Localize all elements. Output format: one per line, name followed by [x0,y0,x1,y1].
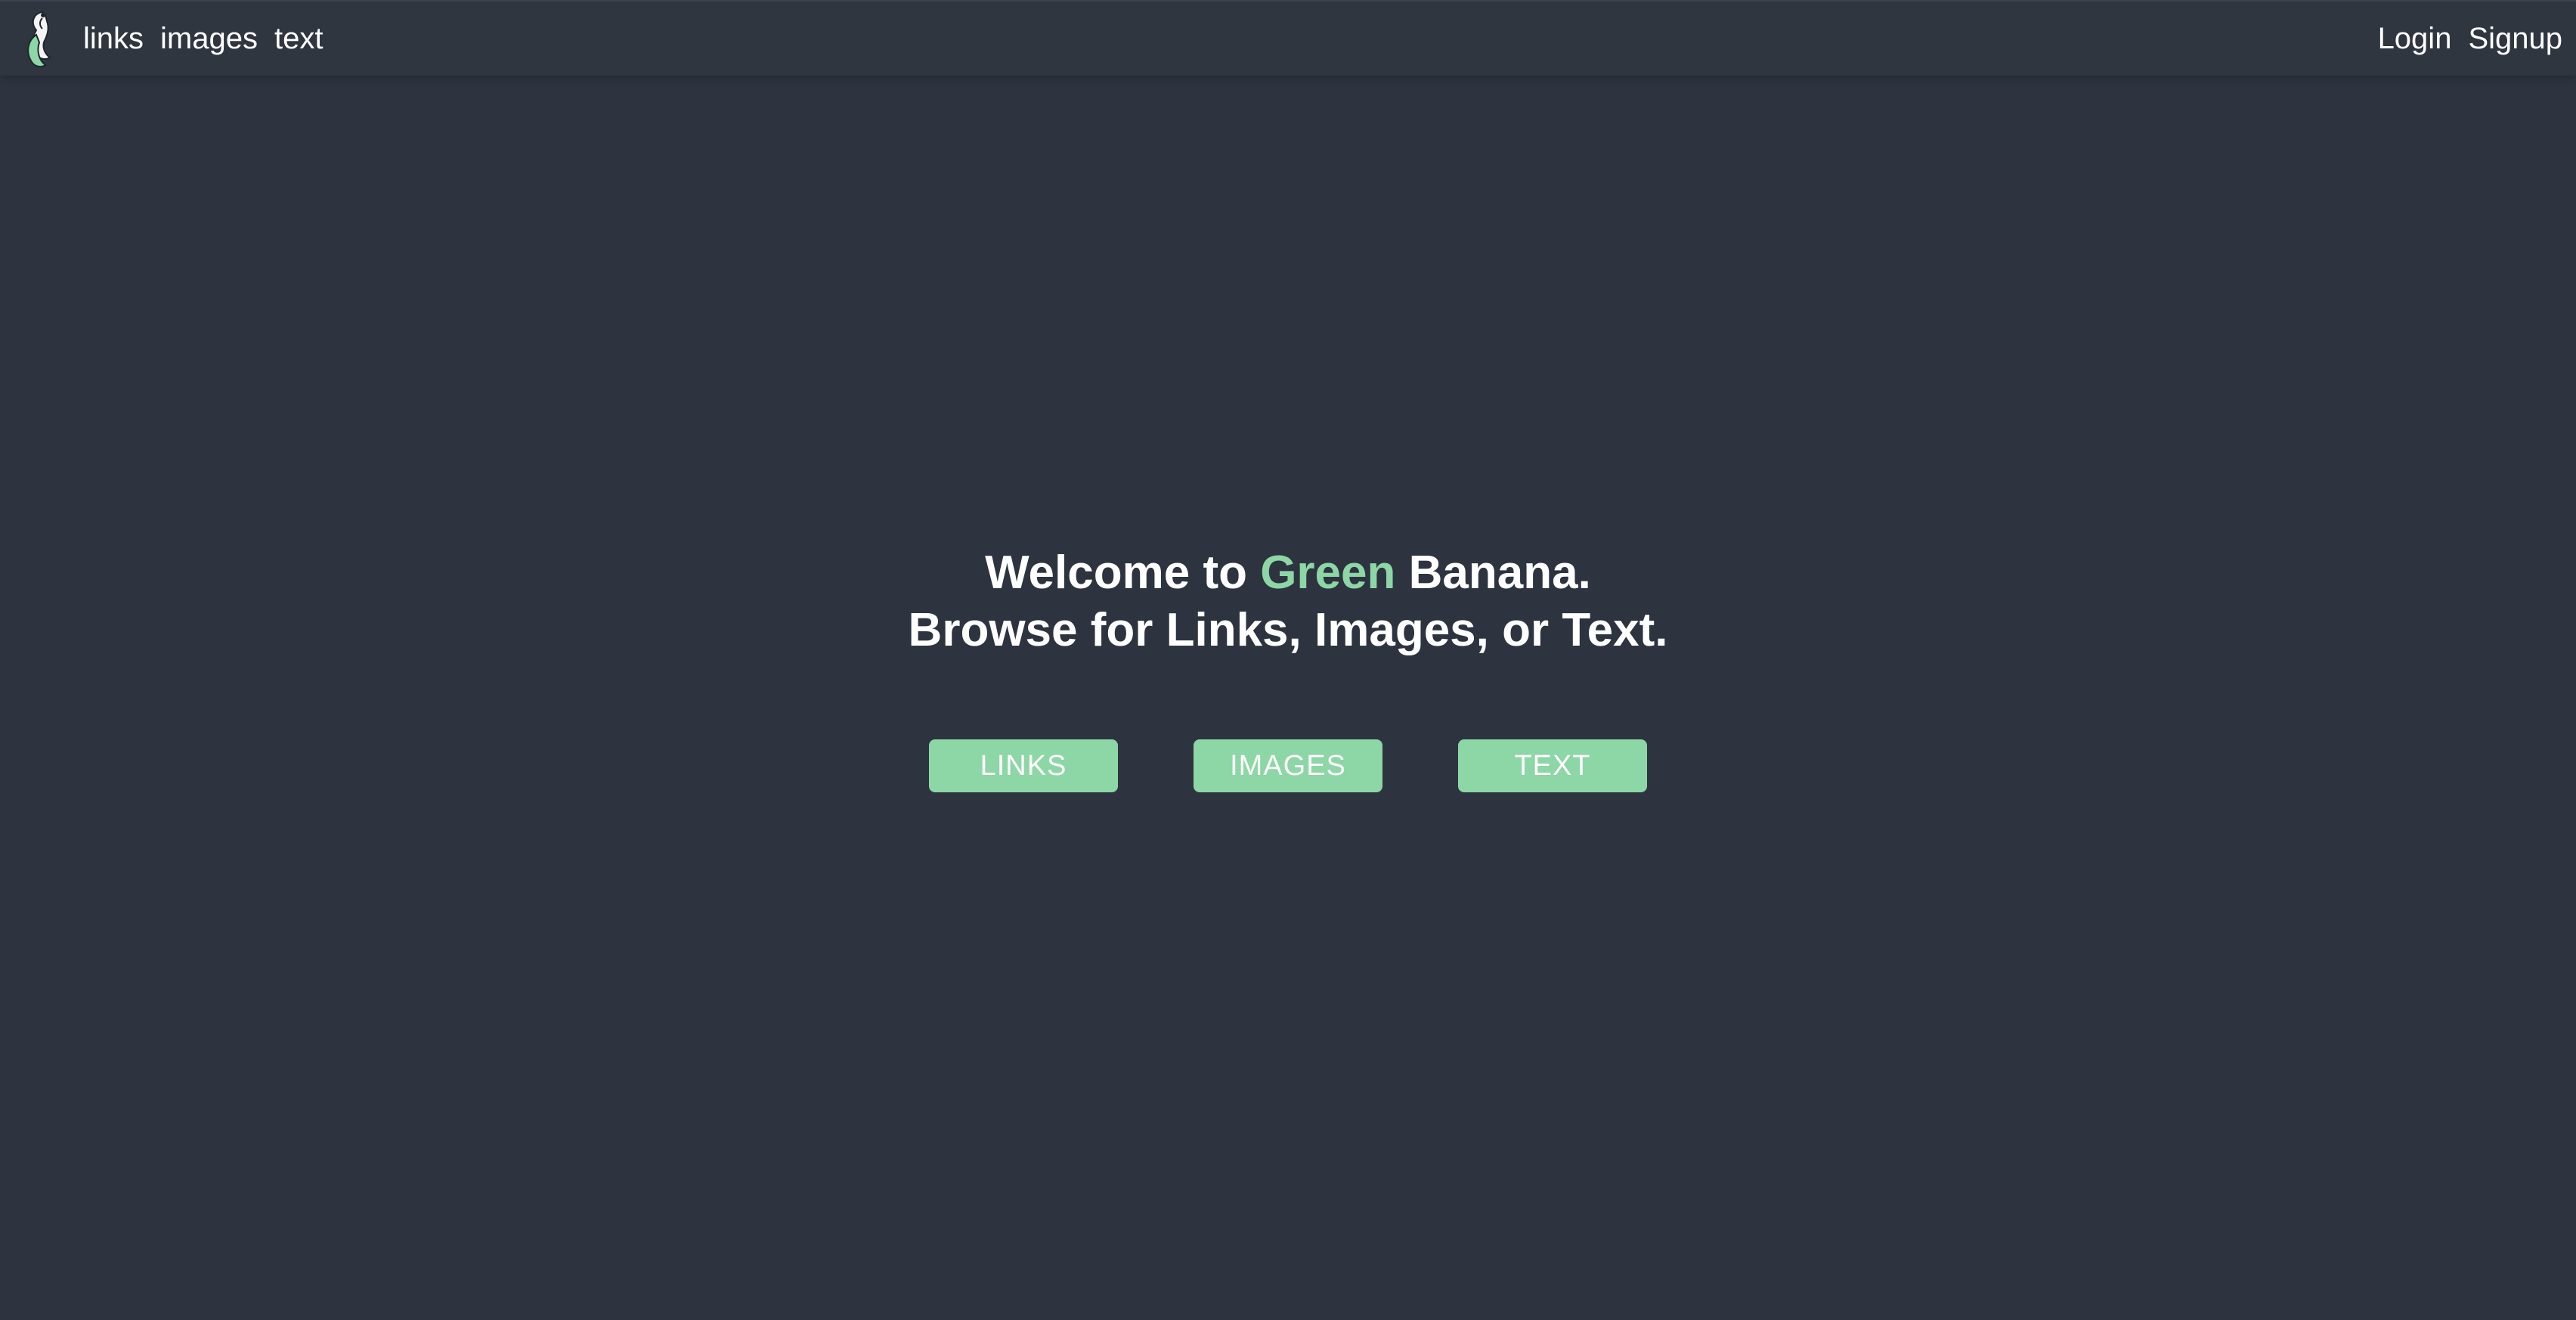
browse-subheading: Browse for Links, Images, or Text. [908,604,1668,656]
welcome-suffix: Banana. [1395,547,1591,599]
hero-section: Welcome to Green Banana. Browse for Link… [0,544,2576,659]
brand-accent-word: Green [1260,547,1396,599]
nav-left: links images text [0,2,339,76]
welcome-prefix: Welcome to [985,547,1261,599]
links-button[interactable]: LINKS [929,739,1118,792]
text-button[interactable]: TEXT [1458,739,1647,792]
login-link[interactable]: Login [2378,1,2452,76]
nav-link-text[interactable]: text [274,1,323,76]
nav-right: Login Signup [2361,2,2576,76]
signup-link[interactable]: Signup [2468,1,2562,76]
welcome-heading: Welcome to Green Banana. [0,544,2576,602]
nav-link-links[interactable]: links [83,1,144,76]
nav-link-images[interactable]: images [160,1,258,76]
top-navbar: links images text Login Signup [0,0,2576,76]
images-button[interactable]: IMAGES [1194,739,1382,792]
category-buttons: LINKS IMAGES TEXT [0,739,2576,792]
banana-logo-icon[interactable] [20,8,63,70]
